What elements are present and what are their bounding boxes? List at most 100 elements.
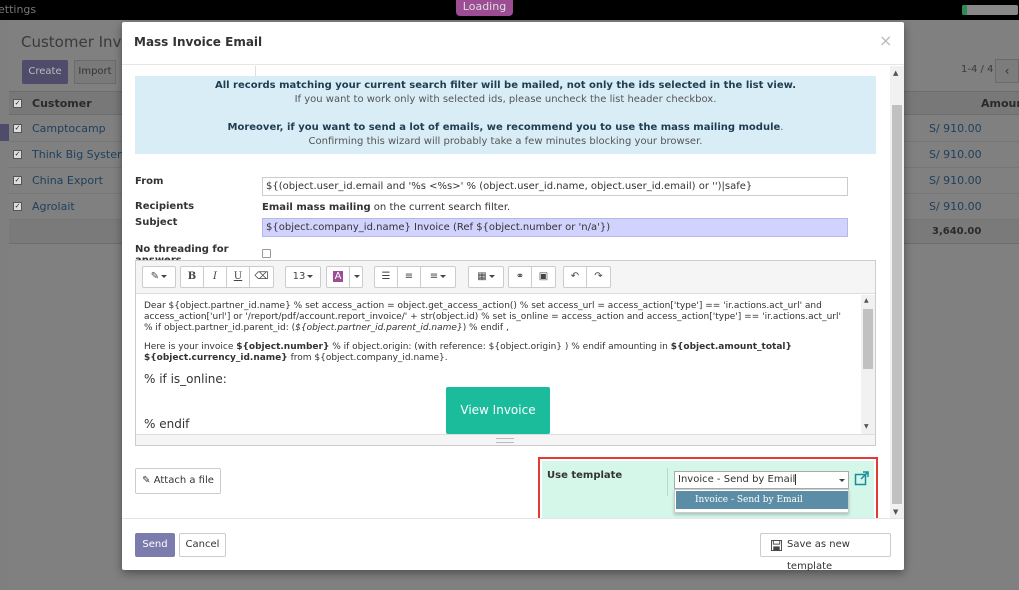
no-threading-label-1: No threading for — [135, 244, 229, 255]
eraser-icon: ⌫ — [254, 271, 269, 282]
body-invoice-mid: % if object.origin: (with reference: ${o… — [329, 342, 671, 352]
alert-line-3: Moreover, if you want to send a lot of e… — [227, 122, 781, 133]
alert-line-3-end: . — [780, 122, 784, 133]
row-amount: S/ 910.00 — [929, 174, 982, 187]
pager-value: 1-4 / 4 — [961, 64, 994, 75]
bold-button[interactable]: B — [181, 267, 204, 287]
dialog-body: All records matching your current search… — [122, 66, 904, 518]
no-threading-checkbox[interactable] — [262, 249, 271, 258]
template-option[interactable]: Invoice - Send by Email — [676, 491, 848, 509]
alert-line-2: If you want to work only with selected i… — [294, 94, 717, 105]
row-checkbox[interactable]: ✓ — [13, 150, 22, 159]
column-amount[interactable]: Amoun — [981, 97, 1019, 110]
template-select-value: Invoice - Send by Email — [678, 474, 796, 485]
file-icon: ▣ — [538, 271, 549, 282]
align-dropdown[interactable]: ≡ — [421, 267, 455, 287]
bullet-list-icon: ☰ — [381, 271, 391, 282]
from-label: From — [135, 176, 164, 187]
from-field[interactable]: ${(object.user_id.email and '%s <%s>' % … — [262, 177, 848, 196]
loading-indicator: Loading — [456, 0, 513, 16]
editor-scrollbar[interactable]: ▲ ▼ — [861, 295, 875, 434]
dialog-footer: Send Cancel Save as new template — [122, 518, 904, 572]
bullet-list-button[interactable]: ☰ — [375, 267, 398, 287]
close-icon[interactable]: × — [879, 31, 892, 50]
dialog-header: Mass Invoice Email × — [122, 22, 904, 65]
info-alert: All records matching your current search… — [135, 76, 876, 154]
alert-line-1: All records matching your current search… — [214, 80, 797, 91]
font-size-value: 13 — [292, 271, 306, 282]
select-all-checkbox[interactable]: ✓ — [13, 99, 22, 108]
row-checkbox[interactable]: ✓ — [13, 202, 22, 211]
chevron-down-icon — [839, 479, 845, 482]
table-icon: ▦ — [477, 271, 487, 282]
body-line-3-pre: % if object.partner_id.parent_id: ( — [144, 323, 296, 333]
subject-label: Subject — [135, 217, 178, 228]
template-select[interactable]: Invoice - Send by Email — [674, 471, 849, 489]
undo-button[interactable]: ↶ — [564, 267, 587, 287]
row-amount: S/ 910.00 — [929, 200, 982, 213]
pager-previous-button[interactable]: ‹ — [995, 59, 1019, 83]
row-customer: Camptocamp — [32, 122, 106, 135]
recipients-label: Recipients — [135, 201, 195, 212]
progress-bar — [962, 5, 1018, 15]
alert-line-4: Confirming this wizard will probably tak… — [308, 136, 703, 147]
body-invoice-number: ${object.number} — [236, 342, 330, 352]
recipients-bold: Email mass mailing — [262, 202, 371, 213]
attach-file-label: Attach a file — [153, 475, 214, 486]
recipients-rest: on the current search filter. — [370, 202, 511, 213]
eraser-button[interactable]: ⌫ — [250, 267, 273, 287]
body-editor: ✎ B I U ⌫ 13 A ☰ ≡ ≡ ▦ ⚭ ▣ ↶ ↷ Dear ${ob… — [135, 260, 876, 446]
paperclip-icon: ✎ — [142, 475, 151, 486]
top-navbar: ettings Loading — [0, 0, 1019, 20]
send-button[interactable]: Send — [135, 533, 175, 557]
row-checkbox[interactable]: ✓ — [13, 124, 22, 133]
template-dropdown: Invoice - Send by Email — [674, 489, 849, 513]
magic-wand-icon: ✎ — [150, 271, 160, 282]
row-customer: China Export — [32, 174, 103, 187]
column-customer[interactable]: Customer — [32, 97, 92, 110]
body-line-1: Dear ${object.partner_id.name} % set acc… — [144, 301, 822, 311]
dialog-scrollbar[interactable]: ▲ ▼ — [890, 66, 904, 518]
recipients-value: Email mass mailing on the current search… — [262, 202, 510, 213]
save-as-new-template-label: Save as new template — [787, 539, 850, 572]
attach-file-button[interactable]: ✎ Attach a file — [135, 468, 221, 494]
numbered-list-icon: ≡ — [404, 271, 414, 282]
underline-button[interactable]: U — [227, 267, 250, 287]
subject-field[interactable]: ${object.company_id.name} Invoice (Ref $… — [262, 218, 848, 237]
body-line-2: access_action['url'] or '/report/pdf/acc… — [144, 312, 841, 322]
mass-invoice-email-dialog: Mass Invoice Email × All records matchin… — [122, 22, 904, 572]
row-customer: Agrolait — [32, 200, 75, 213]
redo-button[interactable]: ↷ — [587, 267, 610, 287]
editor-resize-handle[interactable] — [136, 434, 875, 445]
external-link-icon[interactable] — [854, 470, 870, 486]
cancel-button[interactable]: Cancel — [179, 533, 226, 557]
redo-icon: ↷ — [594, 271, 603, 282]
font-color-button[interactable]: A — [327, 267, 350, 287]
body-line-3-italic: ${object.partner_id.parent_id.name} — [295, 323, 463, 333]
row-amount: S/ 910.00 — [929, 148, 982, 161]
import-button[interactable]: Import — [74, 60, 116, 84]
editor-content[interactable]: Dear ${object.partner_id.name} % set acc… — [136, 295, 861, 434]
editor-toolbar: ✎ B I U ⌫ 13 A ☰ ≡ ≡ ▦ ⚭ ▣ ↶ ↷ — [136, 261, 875, 294]
create-button[interactable]: Create — [22, 60, 68, 84]
body-invoice-currency: ${object.currency_id.name} — [144, 353, 288, 363]
align-icon: ≡ — [429, 271, 439, 282]
body-invoice-end: from ${object.company_id.name}. — [287, 353, 448, 363]
numbered-list-button[interactable]: ≡ — [398, 267, 421, 287]
italic-button[interactable]: I — [204, 267, 227, 287]
total-amount: 3,640.00 — [932, 226, 982, 237]
link-icon: ⚭ — [515, 271, 525, 282]
file-button[interactable]: ▣ — [532, 267, 555, 287]
dialog-title: Mass Invoice Email — [134, 35, 263, 49]
font-size-dropdown[interactable]: 13 — [286, 267, 320, 287]
style-dropdown-button[interactable]: ✎ — [143, 267, 175, 287]
settings-menu[interactable]: ettings — [0, 3, 36, 16]
link-button[interactable]: ⚭ — [509, 267, 532, 287]
table-dropdown[interactable]: ▦ — [469, 267, 503, 287]
view-invoice-button[interactable]: View Invoice — [446, 387, 550, 434]
row-checkbox[interactable]: ✓ — [13, 176, 22, 185]
template-highlight: Use template Invoice - Send by Email Inv… — [538, 457, 878, 518]
font-color-dropdown[interactable] — [350, 267, 362, 287]
save-icon — [771, 540, 782, 551]
save-as-new-template-button[interactable]: Save as new template — [760, 533, 891, 572]
